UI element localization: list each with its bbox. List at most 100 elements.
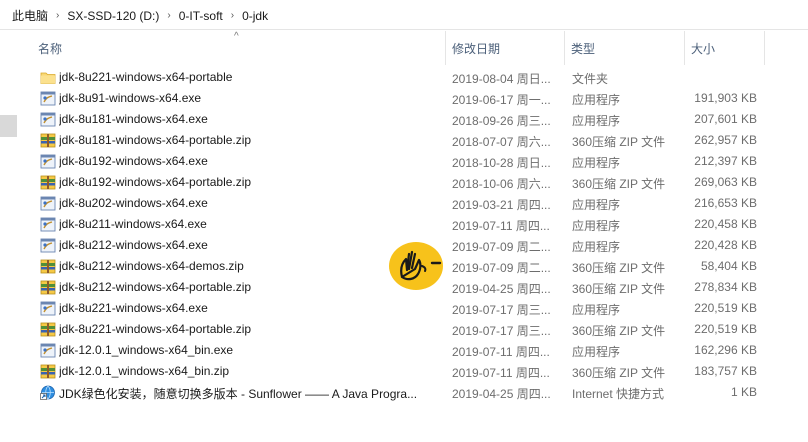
file-size: 278,834 KB	[694, 280, 757, 294]
zip-icon	[40, 322, 56, 337]
file-name[interactable]: JDK绿色化安装，随意切换多版本 - Sunflower —— A Java P…	[59, 385, 445, 402]
zip-icon	[40, 364, 56, 379]
navigation-pane-selected-item[interactable]	[0, 115, 17, 137]
file-type: 应用程序	[572, 240, 621, 254]
column-header-row: ^ 名称 修改日期 类型 大小	[24, 31, 808, 65]
file-date: 2019-06-17 周一...	[452, 93, 551, 107]
file-type: 360压缩 ZIP 文件	[572, 282, 666, 296]
file-type: 应用程序	[572, 114, 621, 128]
column-divider[interactable]	[564, 31, 565, 65]
file-name[interactable]: jdk-12.0.1_windows-x64_bin.exe	[59, 343, 445, 357]
file-row[interactable]: jdk-8u91-windows-x64.exe 2019-06-17 周一...…	[24, 88, 808, 109]
file-type: 360压缩 ZIP 文件	[572, 366, 666, 380]
waving-hand-emoji-icon	[389, 242, 443, 290]
file-name[interactable]: jdk-8u181-windows-x64.exe	[59, 112, 445, 126]
file-size: 183,757 KB	[694, 364, 757, 378]
exe-icon	[40, 343, 56, 358]
breadcrumb-folder-it-soft[interactable]: 0-IT-soft	[175, 9, 227, 23]
breadcrumb-this-pc[interactable]: 此电脑	[8, 7, 52, 24]
file-type: 应用程序	[572, 198, 621, 212]
file-row[interactable]: jdk-8u221-windows-x64.exe 2019-07-17 周三..…	[24, 298, 808, 319]
sort-ascending-icon: ^	[234, 31, 239, 42]
file-size: 212,397 KB	[694, 154, 757, 168]
file-name[interactable]: jdk-8u221-windows-x64-portable	[59, 70, 445, 84]
column-divider[interactable]	[684, 31, 685, 65]
column-header-size[interactable]: 大小	[691, 40, 715, 57]
file-name[interactable]: jdk-8u221-windows-x64-portable.zip	[59, 322, 445, 336]
file-type: 应用程序	[572, 219, 621, 233]
file-row[interactable]: jdk-8u202-windows-x64.exe 2019-03-21 周四..…	[24, 193, 808, 214]
file-name[interactable]: jdk-8u202-windows-x64.exe	[59, 196, 445, 210]
file-row[interactable]: jdk-8u221-windows-x64-portable 2019-08-04…	[24, 67, 808, 88]
file-name[interactable]: jdk-8u211-windows-x64.exe	[59, 217, 445, 231]
exe-icon	[40, 154, 56, 169]
file-date: 2019-07-09 周二...	[452, 261, 551, 275]
file-row[interactable]: jdk-12.0.1_windows-x64_bin.exe 2019-07-11…	[24, 340, 808, 361]
file-date: 2018-10-28 周日...	[452, 156, 551, 170]
file-date: 2018-07-07 周六...	[452, 135, 551, 149]
file-list: jdk-8u221-windows-x64-portable 2019-08-04…	[24, 67, 808, 403]
internet-shortcut-icon	[40, 385, 56, 400]
file-type: 应用程序	[572, 93, 621, 107]
file-row[interactable]: JDK绿色化安装，随意切换多版本 - Sunflower —— A Java P…	[24, 382, 808, 403]
file-type: 应用程序	[572, 345, 621, 359]
column-divider[interactable]	[764, 31, 765, 65]
file-size: 216,653 KB	[694, 196, 757, 210]
file-date: 2019-04-25 周四...	[452, 387, 551, 401]
file-date: 2019-07-17 周三...	[452, 324, 551, 338]
file-size: 1 KB	[730, 385, 757, 399]
file-row[interactable]: jdk-8u192-windows-x64-portable.zip 2018-1…	[24, 172, 808, 193]
address-bar[interactable]: 此电脑 › SX-SSD-120 (D:) › 0-IT-soft › 0-jd…	[0, 0, 808, 30]
file-date: 2018-09-26 周三...	[452, 114, 551, 128]
file-type: 360压缩 ZIP 文件	[572, 324, 666, 338]
file-row[interactable]: jdk-8u211-windows-x64.exe 2019-07-11 周四..…	[24, 214, 808, 235]
file-size: 207,601 KB	[694, 112, 757, 126]
file-row[interactable]: jdk-8u181-windows-x64-portable.zip 2018-0…	[24, 130, 808, 151]
file-name[interactable]: jdk-8u192-windows-x64-portable.zip	[59, 175, 445, 189]
exe-icon	[40, 91, 56, 106]
file-size: 269,063 KB	[694, 175, 757, 189]
file-size: 220,428 KB	[694, 238, 757, 252]
file-row[interactable]: jdk-8u221-windows-x64-portable.zip 2019-0…	[24, 319, 808, 340]
navigation-pane[interactable]	[0, 31, 24, 442]
file-row[interactable]: jdk-8u181-windows-x64.exe 2018-09-26 周三..…	[24, 109, 808, 130]
file-date: 2018-10-06 周六...	[452, 177, 551, 191]
breadcrumb-drive[interactable]: SX-SSD-120 (D:)	[63, 9, 163, 23]
zip-icon	[40, 133, 56, 148]
exe-icon	[40, 217, 56, 232]
file-name[interactable]: jdk-8u181-windows-x64-portable.zip	[59, 133, 445, 147]
column-divider[interactable]	[445, 31, 446, 65]
chevron-right-icon[interactable]: ›	[227, 10, 238, 21]
file-name[interactable]: jdk-8u221-windows-x64.exe	[59, 301, 445, 315]
file-type: 文件夹	[572, 72, 609, 86]
file-row[interactable]: jdk-12.0.1_windows-x64_bin.zip 2019-07-11…	[24, 361, 808, 382]
column-header-type[interactable]: 类型	[571, 40, 595, 57]
file-size: 220,519 KB	[694, 322, 757, 336]
file-type: 360压缩 ZIP 文件	[572, 261, 666, 275]
file-name[interactable]: jdk-8u91-windows-x64.exe	[59, 91, 445, 105]
file-size: 262,957 KB	[694, 133, 757, 147]
file-type: 360压缩 ZIP 文件	[572, 135, 666, 149]
file-date: 2019-03-21 周四...	[452, 198, 551, 212]
chevron-right-icon[interactable]: ›	[163, 10, 174, 21]
exe-icon	[40, 238, 56, 253]
file-date: 2019-08-04 周日...	[452, 72, 551, 86]
column-header-date[interactable]: 修改日期	[452, 40, 500, 57]
column-header-name[interactable]: 名称	[38, 40, 62, 57]
file-row[interactable]: jdk-8u192-windows-x64.exe 2018-10-28 周日..…	[24, 151, 808, 172]
file-size: 220,458 KB	[694, 217, 757, 231]
zip-icon	[40, 175, 56, 190]
file-date: 2019-07-11 周四...	[452, 366, 550, 380]
file-size: 220,519 KB	[694, 301, 757, 315]
zip-icon	[40, 280, 56, 295]
file-date: 2019-07-09 周二...	[452, 240, 551, 254]
exe-icon	[40, 112, 56, 127]
file-type: Internet 快捷方式	[572, 387, 665, 401]
zip-icon	[40, 259, 56, 274]
file-date: 2019-07-17 周三...	[452, 303, 551, 317]
breadcrumb-folder-jdk[interactable]: 0-jdk	[238, 9, 272, 23]
file-name[interactable]: jdk-8u192-windows-x64.exe	[59, 154, 445, 168]
file-size: 58,404 KB	[700, 259, 757, 273]
file-name[interactable]: jdk-12.0.1_windows-x64_bin.zip	[59, 364, 445, 378]
chevron-right-icon[interactable]: ›	[52, 10, 63, 21]
